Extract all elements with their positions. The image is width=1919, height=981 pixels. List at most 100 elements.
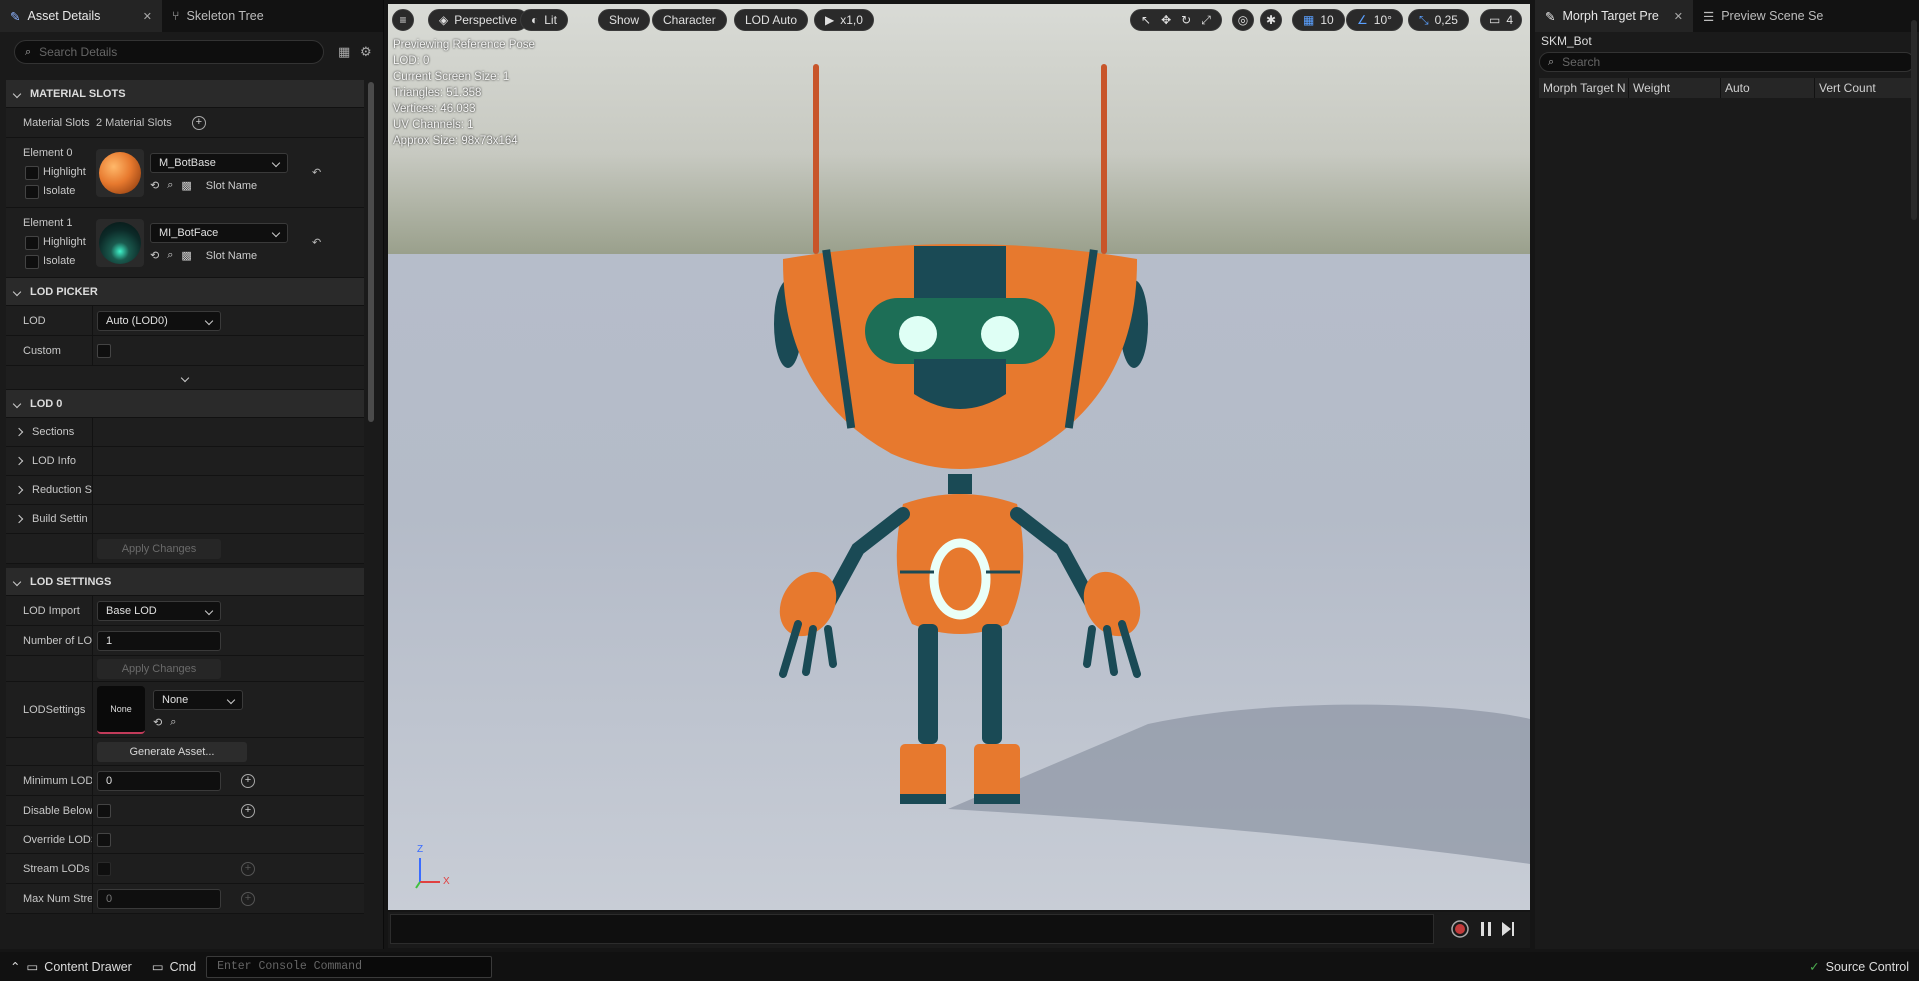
browse-icon[interactable]: ⌕ bbox=[167, 179, 173, 192]
search-input[interactable] bbox=[39, 45, 290, 59]
browse-icon[interactable]: ⌕ bbox=[167, 249, 173, 262]
lodsettings-thumbnail[interactable]: None bbox=[97, 685, 145, 734]
angle-icon: ∠ bbox=[1357, 13, 1368, 27]
console-input[interactable] bbox=[217, 960, 478, 973]
camera-value: 4 bbox=[1506, 13, 1514, 27]
highlight-checkbox[interactable] bbox=[25, 165, 39, 180]
min-lod-field[interactable]: 0 bbox=[97, 770, 221, 791]
console-command[interactable] bbox=[206, 955, 493, 978]
content-drawer-button[interactable]: ⌃ ▭ Content Drawer bbox=[0, 952, 142, 981]
character-button[interactable]: Character bbox=[652, 9, 727, 31]
category-lod0[interactable]: LOD 0 bbox=[6, 390, 364, 418]
chevron-down-icon[interactable] bbox=[180, 373, 190, 382]
close-icon[interactable]: ✕ bbox=[143, 10, 152, 23]
col-weight[interactable]: Weight bbox=[1629, 78, 1721, 98]
material-thumbnail[interactable] bbox=[96, 218, 144, 267]
tab-preview-scene[interactable]: ☰ Preview Scene Se bbox=[1693, 0, 1833, 32]
generate-asset-button[interactable]: Generate Asset... bbox=[97, 741, 247, 762]
browse-icon[interactable]: ⌕ bbox=[170, 716, 176, 729]
lod-auto-button[interactable]: LOD Auto bbox=[734, 9, 809, 31]
viewport[interactable]: Z X Previewing Reference Pose LOD: 0 Cur… bbox=[388, 4, 1530, 910]
lod-import-combo[interactable]: Base LOD bbox=[97, 600, 221, 621]
right-scrollbar[interactable] bbox=[1911, 20, 1917, 220]
checker-icon[interactable]: ▩ bbox=[181, 249, 191, 262]
category-material-slots[interactable]: MATERIAL SLOTS bbox=[6, 80, 364, 108]
search-details[interactable]: ⌕ bbox=[14, 40, 324, 64]
morph-search[interactable]: ⌕ bbox=[1539, 52, 1915, 72]
chevron-right-icon bbox=[14, 456, 24, 466]
show-button[interactable]: Show bbox=[598, 9, 651, 31]
grid-snap-button[interactable]: ▦ 10 bbox=[1292, 9, 1345, 31]
col-auto[interactable]: Auto bbox=[1721, 78, 1815, 98]
checker-icon[interactable]: ▩ bbox=[181, 179, 191, 192]
source-control-button[interactable]: ✓ Source Control bbox=[1799, 952, 1919, 981]
num-lods-field[interactable]: 1 bbox=[97, 630, 221, 651]
timeline-field[interactable] bbox=[390, 914, 1434, 944]
cube-icon: ◈ bbox=[439, 13, 449, 27]
details-scrollbar[interactable] bbox=[367, 80, 375, 946]
surface-snap-button[interactable]: ✱ bbox=[1260, 9, 1282, 31]
scale-icon[interactable]: ⤢ bbox=[1201, 13, 1211, 28]
search-input[interactable] bbox=[1562, 55, 1863, 69]
stream-checkbox[interactable] bbox=[97, 861, 111, 876]
reset-icon[interactable]: ↶ bbox=[312, 236, 321, 249]
row-expand[interactable] bbox=[6, 366, 364, 390]
add-icon[interactable]: + bbox=[191, 115, 206, 130]
highlight-checkbox[interactable] bbox=[25, 235, 39, 250]
perspective-button[interactable]: ◈ Perspective bbox=[428, 9, 528, 31]
step-forward-icon[interactable] bbox=[1498, 919, 1518, 939]
category-lod-settings[interactable]: LOD SETTINGS bbox=[6, 568, 364, 596]
scale-snap-button[interactable]: ⤡ 0,25 bbox=[1408, 9, 1469, 31]
lit-button[interactable]: ◐ Lit bbox=[520, 9, 568, 31]
axis-z-label: Z bbox=[417, 844, 424, 855]
reset-icon[interactable]: ↶ bbox=[312, 166, 321, 179]
move-icon[interactable]: ✥ bbox=[1161, 13, 1171, 27]
override-checkbox[interactable] bbox=[97, 832, 111, 847]
use-selected-icon[interactable]: ⟲ bbox=[150, 249, 159, 262]
cmd-button[interactable]: ▭ Cmd bbox=[142, 952, 206, 981]
select-icon[interactable]: ↖ bbox=[1141, 13, 1151, 27]
col-morph-target[interactable]: Morph Target N bbox=[1539, 78, 1629, 98]
transform-tools[interactable]: ↖ ✥ ↻ ⤢ bbox=[1130, 9, 1222, 31]
pause-icon[interactable] bbox=[1476, 919, 1496, 939]
table-view-icon[interactable]: ▦ bbox=[338, 44, 350, 60]
gear-icon[interactable]: ⚙ bbox=[360, 44, 372, 60]
lod-combo[interactable]: Auto (LOD0) bbox=[97, 310, 221, 331]
tab-morph-target[interactable]: ✎ Morph Target Pre ✕ bbox=[1535, 0, 1693, 32]
material-combo[interactable]: M_BotBase bbox=[150, 153, 288, 173]
isolate-checkbox[interactable] bbox=[25, 184, 39, 199]
record-icon[interactable] bbox=[1450, 919, 1470, 939]
world-local-toggle[interactable]: ◎ bbox=[1232, 9, 1254, 31]
use-selected-icon[interactable]: ⟲ bbox=[153, 716, 162, 729]
lodsettings-combo[interactable]: None bbox=[153, 690, 243, 710]
row-sections[interactable]: Sections bbox=[6, 418, 364, 447]
row-build-settings[interactable]: Build Settin bbox=[6, 505, 364, 534]
add-icon[interactable]: + bbox=[241, 891, 255, 906]
apply-changes-button[interactable]: Apply Changes bbox=[97, 538, 221, 559]
row-label: Override LODS bbox=[23, 833, 92, 846]
col-vert-count[interactable]: Vert Count bbox=[1815, 78, 1915, 98]
camera-speed-button[interactable]: ▭ 4 bbox=[1480, 9, 1523, 31]
isolate-checkbox[interactable] bbox=[25, 254, 39, 269]
row-lod-info[interactable]: LOD Info bbox=[6, 447, 364, 476]
tab-skeleton-tree[interactable]: ⑂ Skeleton Tree bbox=[162, 0, 274, 32]
tab-asset-details[interactable]: ✎ Asset Details ✕ bbox=[0, 0, 162, 32]
playback-speed-button[interactable]: ▶ x1,0 bbox=[814, 9, 874, 31]
hamburger-menu[interactable]: ≡ bbox=[392, 9, 414, 31]
row-label: Reduction S bbox=[32, 484, 92, 496]
max-num-field[interactable]: 0 bbox=[97, 888, 221, 909]
angle-snap-button[interactable]: ∠ 10° bbox=[1346, 9, 1403, 31]
add-icon[interactable]: + bbox=[241, 803, 255, 818]
apply-changes-button[interactable]: Apply Changes bbox=[97, 658, 221, 679]
row-reduction[interactable]: Reduction S bbox=[6, 476, 364, 505]
use-selected-icon[interactable]: ⟲ bbox=[150, 179, 159, 192]
material-combo[interactable]: MI_BotFace bbox=[150, 223, 288, 243]
rotate-icon[interactable]: ↻ bbox=[1181, 13, 1191, 27]
disable-below-checkbox[interactable] bbox=[97, 803, 111, 818]
add-icon[interactable]: + bbox=[241, 773, 255, 788]
custom-checkbox[interactable] bbox=[97, 343, 111, 358]
category-lod-picker[interactable]: LOD PICKER bbox=[6, 278, 364, 306]
material-thumbnail[interactable] bbox=[96, 148, 144, 197]
close-icon[interactable]: ✕ bbox=[1674, 10, 1683, 23]
add-icon[interactable]: + bbox=[241, 861, 255, 876]
